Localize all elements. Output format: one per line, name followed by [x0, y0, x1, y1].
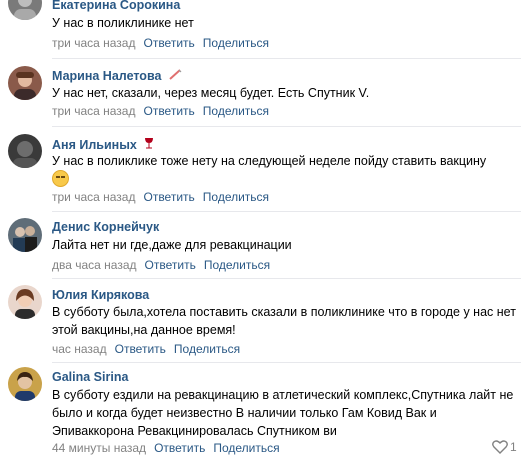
comment-text: В субботу ездили на ревакцинацию в атлет… — [52, 388, 514, 438]
avatar[interactable] — [8, 367, 42, 401]
like-heart-icon[interactable] — [492, 440, 508, 459]
divider — [52, 362, 521, 363]
reply-link[interactable]: Ответить — [145, 258, 196, 272]
share-link[interactable]: Поделиться — [203, 36, 269, 50]
avatar[interactable] — [8, 285, 42, 319]
reply-link[interactable]: Ответить — [143, 190, 194, 204]
reply-link[interactable]: Ответить — [143, 36, 194, 50]
like-count: 1 — [510, 440, 517, 454]
comment-time[interactable]: три часа назад — [52, 190, 135, 204]
share-link[interactable]: Поделиться — [204, 258, 270, 272]
comment-text: У нас в поликлинике нет — [52, 16, 194, 30]
comment-author[interactable]: Юлия Кирякова — [52, 288, 149, 302]
comment-author[interactable]: Аня Ильиных — [52, 138, 137, 152]
comment-author-row: Марина Налетова — [52, 69, 182, 83]
worried-face-emoji — [52, 170, 69, 187]
comment-author[interactable]: Денис Корнейчук — [52, 220, 159, 234]
comment-meta: три часа назад Ответить Поделиться — [52, 36, 269, 50]
avatar[interactable] — [8, 134, 42, 168]
comment-text: Лайта нет ни где,даже для ревакцинации — [52, 238, 292, 252]
share-link[interactable]: Поделиться — [203, 104, 269, 118]
comment-meta: 44 минуты назад Ответить Поделиться — [52, 441, 280, 455]
avatar[interactable] — [8, 0, 42, 20]
comment-meta: два часа назад Ответить Поделиться — [52, 258, 270, 272]
divider — [52, 211, 521, 212]
comment-time[interactable]: два часа назад — [52, 258, 137, 272]
divider — [52, 126, 521, 127]
share-link[interactable]: Поделиться — [174, 342, 240, 356]
comment-time[interactable]: три часа назад — [52, 104, 135, 118]
comment-text: У нас нет, сказали, через месяц будет. Е… — [52, 86, 370, 100]
comment-text-content: У нас в поликлике тоже нету на следующей… — [52, 154, 487, 168]
comment-time[interactable]: час назад — [52, 342, 107, 356]
reply-link[interactable]: Ответить — [143, 104, 194, 118]
comment-author-row: Аня Ильиных — [52, 137, 154, 152]
comment-author[interactable]: Екатерина Сорокина — [52, 0, 180, 12]
share-link[interactable]: Поделиться — [213, 441, 279, 455]
avatar[interactable] — [8, 218, 42, 252]
comment-author[interactable]: Марина Налетова — [52, 69, 161, 83]
comment-time[interactable]: 44 минуты назад — [52, 441, 146, 455]
wine-glass-icon — [144, 138, 154, 152]
comment-meta: три часа назад Ответить Поделиться — [52, 190, 269, 204]
comment-meta: три часа назад Ответить Поделиться — [52, 104, 269, 118]
comment-text: В субботу была,хотела поставить сказали … — [52, 305, 516, 337]
comment-meta: час назад Ответить Поделиться — [52, 342, 240, 356]
comment-text: У нас в поликлике тоже нету на следующей… — [52, 152, 522, 189]
divider — [52, 58, 521, 59]
share-link[interactable]: Поделиться — [203, 190, 269, 204]
comment-author[interactable]: Galina Sirina — [52, 370, 128, 384]
comment-time[interactable]: три часа назад — [52, 36, 135, 50]
reply-link[interactable]: Ответить — [154, 441, 205, 455]
reply-link[interactable]: Ответить — [115, 342, 166, 356]
divider — [52, 278, 521, 279]
avatar[interactable] — [8, 66, 42, 100]
syringe-icon — [169, 69, 182, 83]
